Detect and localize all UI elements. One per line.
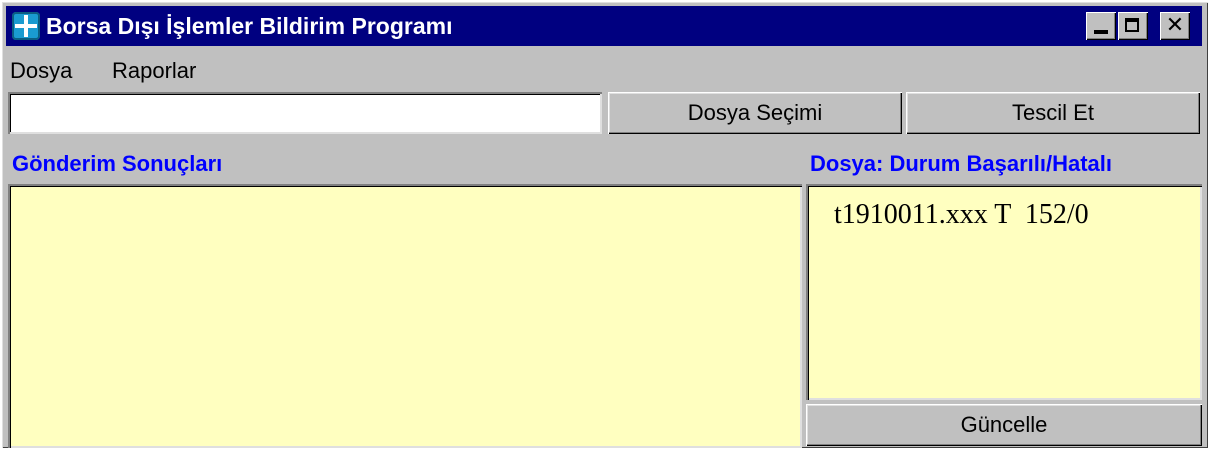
file-path-input[interactable] [8, 92, 602, 134]
file-status-label: Dosya: Durum Başarılı/Hatalı [810, 151, 1112, 176]
refresh-button[interactable]: Güncelle [806, 404, 1202, 446]
close-icon: ✕ [1165, 13, 1185, 38]
results-label: Gönderim Sonuçları [12, 151, 223, 176]
menu-dosya[interactable]: Dosya [10, 56, 72, 86]
file-status-list[interactable]: t1910011.xxx T 152/0 [806, 184, 1202, 400]
select-file-button[interactable]: Dosya Seçimi [608, 92, 902, 134]
menu-raporlar[interactable]: Raporlar [112, 56, 196, 86]
maximize-button[interactable] [1118, 12, 1148, 40]
results-panel[interactable] [8, 184, 802, 448]
app-logo-icon[interactable] [12, 12, 40, 40]
title-bar[interactable]: Borsa Dışı İşlemler Bildirim Programı ✕ [6, 6, 1202, 46]
list-item[interactable]: t1910011.xxx T 152/0 [834, 198, 1202, 232]
window-title: Borsa Dışı İşlemler Bildirim Programı [46, 13, 453, 39]
minimize-icon [1094, 30, 1108, 34]
maximize-icon [1125, 18, 1139, 32]
minimize-button[interactable] [1086, 12, 1116, 40]
close-button[interactable]: ✕ [1160, 12, 1190, 40]
main-window: Borsa Dışı İşlemler Bildirim Programı ✕ … [2, 2, 1208, 448]
register-button[interactable]: Tescil Et [906, 92, 1200, 134]
